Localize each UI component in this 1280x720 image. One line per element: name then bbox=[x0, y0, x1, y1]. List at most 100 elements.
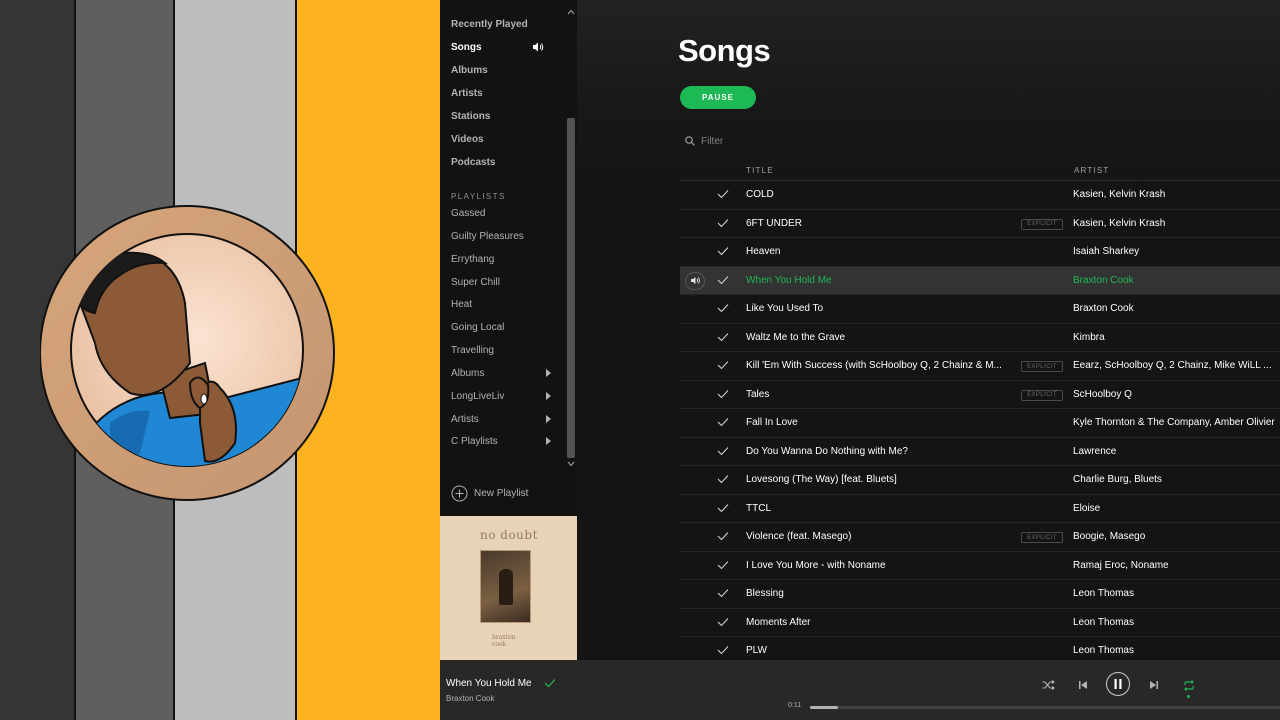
column-header-artist[interactable]: ARTIST bbox=[1074, 166, 1110, 175]
saved-check-icon[interactable] bbox=[717, 531, 729, 541]
saved-check-icon[interactable] bbox=[717, 645, 729, 655]
folder-expand-icon[interactable] bbox=[546, 415, 551, 423]
saved-check-icon[interactable] bbox=[717, 503, 729, 513]
column-header-title[interactable]: TITLE bbox=[746, 166, 774, 175]
saved-check-icon[interactable] bbox=[717, 617, 729, 627]
song-artist[interactable]: Lawrence bbox=[1073, 446, 1280, 457]
playlist-folder[interactable]: Artists bbox=[451, 414, 479, 425]
saved-check-icon[interactable] bbox=[717, 474, 729, 484]
scroll-up-icon[interactable] bbox=[567, 8, 575, 16]
song-row[interactable]: Violence (feat. Masego) EXPLICIT Boogie, M… bbox=[680, 523, 1280, 552]
playlist-item[interactable]: Going Local bbox=[451, 322, 504, 333]
playlist-item[interactable]: Errythang bbox=[451, 254, 494, 265]
song-title: Blessing bbox=[746, 588, 784, 599]
next-button[interactable] bbox=[1147, 678, 1161, 692]
song-row[interactable]: PLW Leon Thomas bbox=[680, 637, 1280, 660]
folder-expand-icon[interactable] bbox=[546, 369, 551, 377]
saved-check-icon[interactable] bbox=[717, 246, 729, 256]
song-row[interactable]: Do You Wanna Do Nothing with Me? Lawrence bbox=[680, 438, 1280, 466]
nav-songs[interactable]: Songs bbox=[451, 42, 482, 53]
song-row[interactable]: When You Hold Me Braxton Cook bbox=[680, 266, 1280, 295]
playlist-folder[interactable]: LongLiveLiv bbox=[451, 391, 504, 402]
play-pause-button[interactable] bbox=[1106, 672, 1130, 696]
new-playlist-button[interactable]: New Playlist bbox=[451, 484, 528, 502]
saved-check-icon[interactable] bbox=[717, 417, 729, 427]
saved-check-icon[interactable] bbox=[717, 360, 729, 370]
folder-expand-icon[interactable] bbox=[546, 392, 551, 400]
song-row[interactable]: COLD Kasien, Kelvin Krash bbox=[680, 181, 1280, 210]
saved-check-icon[interactable] bbox=[717, 588, 729, 598]
song-row[interactable]: Blessing Leon Thomas bbox=[680, 580, 1280, 609]
nav-podcasts[interactable]: Podcasts bbox=[451, 157, 495, 168]
saved-check-icon[interactable] bbox=[717, 560, 729, 570]
song-title: Violence (feat. Masego) bbox=[746, 531, 852, 542]
song-artist[interactable]: Leon Thomas bbox=[1073, 645, 1280, 656]
nav-videos[interactable]: Videos bbox=[451, 134, 484, 145]
song-artist[interactable]: Kasien, Kelvin Krash bbox=[1073, 189, 1280, 200]
saved-check-icon[interactable] bbox=[717, 275, 729, 285]
playlist-item[interactable]: Heat bbox=[451, 299, 472, 310]
playlist-item[interactable]: Travelling bbox=[451, 345, 494, 356]
song-row[interactable]: Fall In Love Kyle Thornton & The Company,… bbox=[680, 409, 1280, 438]
saved-check-icon[interactable] bbox=[717, 189, 729, 199]
saved-check-icon[interactable] bbox=[544, 678, 556, 688]
song-title: PLW bbox=[746, 645, 767, 656]
nav-stations[interactable]: Stations bbox=[451, 111, 490, 122]
song-artist[interactable]: Kimbra bbox=[1073, 332, 1280, 343]
pause-button[interactable]: PAUSE bbox=[680, 86, 756, 109]
song-artist[interactable]: Eearz, ScHoolboy Q, 2 Chainz, Mike WiLL … bbox=[1073, 360, 1280, 371]
nav-recently-played[interactable]: Recently Played bbox=[451, 19, 528, 30]
song-artist[interactable]: Isaiah Sharkey bbox=[1073, 246, 1280, 257]
song-artist[interactable]: Braxton Cook bbox=[1073, 303, 1280, 314]
song-row[interactable]: Tales EXPLICIT ScHoolboy Q bbox=[680, 381, 1280, 409]
song-row[interactable]: Like You Used To Braxton Cook bbox=[680, 295, 1280, 324]
repeat-button[interactable] bbox=[1182, 678, 1196, 692]
nav-albums[interactable]: Albums bbox=[451, 65, 488, 76]
song-row[interactable]: Moments After Leon Thomas bbox=[680, 609, 1280, 637]
song-artist[interactable]: Boogie, Masego bbox=[1073, 531, 1280, 542]
playlist-item[interactable]: Super Chill bbox=[451, 277, 500, 288]
filter-input[interactable] bbox=[701, 135, 881, 147]
song-artist[interactable]: ScHoolboy Q bbox=[1073, 389, 1280, 400]
saved-check-icon[interactable] bbox=[717, 389, 729, 399]
saved-check-icon[interactable] bbox=[717, 218, 729, 228]
playlist-item[interactable]: Gassed bbox=[451, 208, 485, 219]
previous-button[interactable] bbox=[1076, 678, 1090, 692]
sidebar-scroll-area[interactable]: Recently Played Songs Albums Artists Sta… bbox=[440, 0, 577, 470]
song-row[interactable]: Lovesong (The Way) [feat. Bluets] Charlie… bbox=[680, 466, 1280, 495]
song-row[interactable]: Heaven Isaiah Sharkey bbox=[680, 238, 1280, 267]
playlist-folder[interactable]: Albums bbox=[451, 368, 484, 379]
playlist-item[interactable]: Guilty Pleasures bbox=[451, 231, 524, 242]
song-row[interactable]: Kill 'Em With Success (with ScHoolboy Q,… bbox=[680, 352, 1280, 381]
nav-artists[interactable]: Artists bbox=[451, 88, 483, 99]
song-artist[interactable]: Leon Thomas bbox=[1073, 588, 1280, 599]
song-row[interactable]: 6FT UNDER EXPLICIT Kasien, Kelvin Krash bbox=[680, 210, 1280, 238]
song-row[interactable]: Waltz Me to the Grave Kimbra bbox=[680, 324, 1280, 352]
song-artist[interactable]: Braxton Cook bbox=[1073, 275, 1280, 286]
playlist-folder[interactable]: C Playlists bbox=[451, 436, 498, 447]
saved-check-icon[interactable] bbox=[717, 332, 729, 342]
saved-check-icon[interactable] bbox=[717, 446, 729, 456]
new-playlist-label: New Playlist bbox=[474, 487, 529, 499]
album-cover[interactable]: no doubt braxton cook bbox=[440, 516, 577, 660]
scroll-down-icon[interactable] bbox=[567, 460, 575, 468]
song-artist[interactable]: Leon Thomas bbox=[1073, 617, 1280, 628]
filter-box[interactable] bbox=[685, 134, 885, 148]
progress-bar[interactable] bbox=[810, 706, 1280, 709]
song-artist[interactable]: Kasien, Kelvin Krash bbox=[1073, 218, 1280, 229]
song-artist[interactable]: Kyle Thornton & The Company, Amber Olivi… bbox=[1073, 417, 1280, 428]
song-row[interactable]: TTCL Eloise bbox=[680, 495, 1280, 523]
saved-check-icon[interactable] bbox=[717, 303, 729, 313]
shuffle-button[interactable] bbox=[1040, 678, 1056, 692]
sidebar-scrollbar-thumb[interactable] bbox=[567, 118, 575, 458]
now-playing-speaker-button[interactable] bbox=[685, 271, 705, 290]
song-artist[interactable]: Ramaj Eroc, Noname bbox=[1073, 560, 1280, 571]
song-artist[interactable]: Eloise bbox=[1073, 503, 1280, 514]
song-title: COLD bbox=[746, 189, 774, 200]
folder-expand-icon[interactable] bbox=[546, 437, 551, 445]
now-playing-title[interactable]: When You Hold Me bbox=[446, 678, 532, 689]
repeat-icon bbox=[1184, 679, 1194, 691]
song-row[interactable]: I Love You More - with Noname Ramaj Eroc,… bbox=[680, 552, 1280, 580]
now-playing-artist[interactable]: Braxton Cook bbox=[446, 694, 494, 703]
song-artist[interactable]: Charlie Burg, Bluets bbox=[1073, 474, 1280, 485]
